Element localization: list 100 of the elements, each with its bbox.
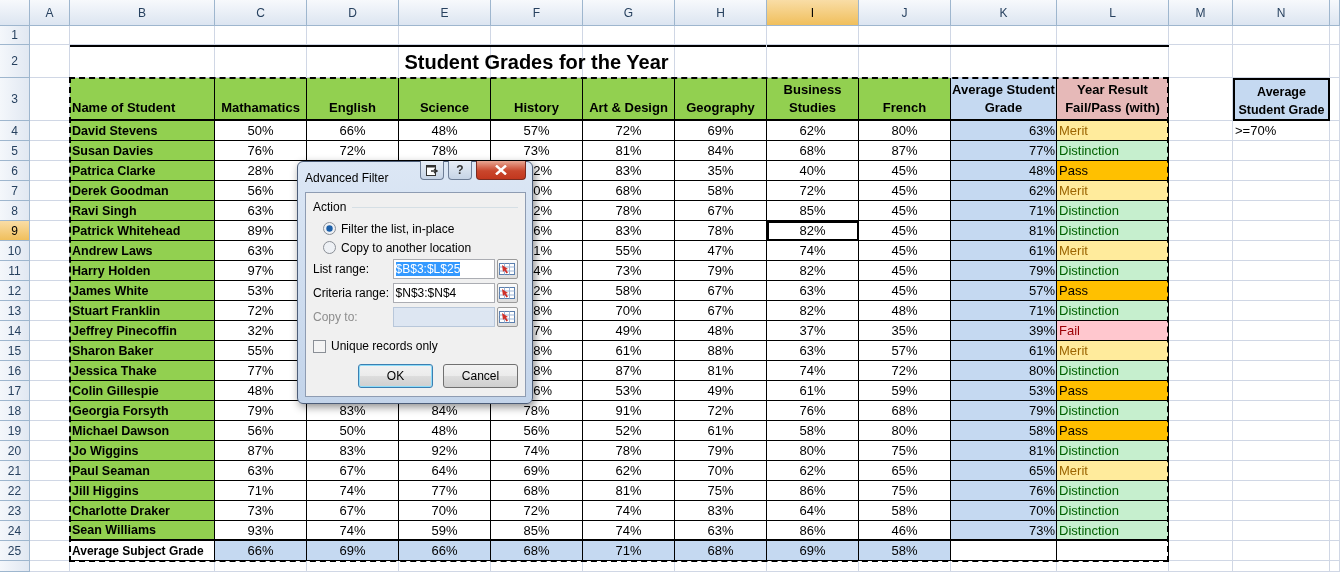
row-header[interactable]: 14 — [0, 321, 30, 341]
table-cell: 71% — [951, 201, 1057, 221]
table-cell: 61% — [583, 341, 675, 361]
result-cell: Distinction — [1057, 141, 1169, 161]
column-header[interactable]: B — [70, 0, 215, 26]
collapse-button[interactable] — [420, 161, 444, 180]
checkbox[interactable] — [313, 339, 326, 353]
column-heading: Science — [399, 78, 491, 121]
range-picker-button[interactable] — [496, 307, 518, 327]
column-header[interactable]: G — [583, 0, 675, 26]
row-header[interactable]: 3 — [0, 78, 30, 121]
table-cell: 74% — [583, 501, 675, 521]
range-picker-button[interactable] — [496, 283, 518, 303]
dialog-button[interactable]: Cancel — [443, 364, 518, 388]
table-cell: 62% — [583, 461, 675, 481]
column-header[interactable]: I — [767, 0, 859, 26]
table-cell: 68% — [491, 541, 583, 561]
row-header[interactable]: 16 — [0, 361, 30, 381]
table-cell: 74% — [767, 241, 859, 261]
column-header[interactable]: D — [307, 0, 399, 26]
table-cell: 68% — [675, 541, 767, 561]
column-heading: Business Studies — [767, 78, 859, 121]
field-label: Criteria range: — [313, 286, 391, 300]
table-cell: 87% — [583, 361, 675, 381]
column-header[interactable]: H — [675, 0, 767, 26]
range-picker-button[interactable] — [496, 259, 518, 279]
table-cell: 57% — [491, 121, 583, 141]
row-header[interactable]: 21 — [0, 461, 30, 481]
column-heading: Art & Design — [583, 78, 675, 121]
column-header[interactable]: E — [399, 0, 491, 26]
table-cell: 86% — [767, 481, 859, 501]
row-header[interactable]: 20 — [0, 441, 30, 461]
table-cell: 79% — [675, 441, 767, 461]
column-heading: Mathamatics — [215, 78, 307, 121]
row-header[interactable]: 12 — [0, 281, 30, 301]
row-header[interactable]: 23 — [0, 501, 30, 521]
row-header[interactable]: 24 — [0, 521, 30, 541]
row-header[interactable]: 2 — [0, 45, 30, 78]
input-field[interactable]: $N$3:$N$4 — [392, 283, 495, 303]
dialog-button[interactable]: OK — [358, 364, 433, 388]
table-cell: 68% — [491, 481, 583, 501]
row-header[interactable]: 19 — [0, 421, 30, 441]
result-cell: Merit — [1057, 241, 1169, 261]
column-header[interactable]: N — [1233, 0, 1330, 26]
column-header[interactable]: M — [1169, 0, 1233, 26]
radio-button[interactable] — [323, 222, 336, 235]
row-header[interactable]: 15 — [0, 341, 30, 361]
result-cell: Merit — [1057, 461, 1169, 481]
table-cell: 67% — [307, 501, 399, 521]
row-header[interactable]: 5 — [0, 141, 30, 161]
table-cell: 79% — [951, 261, 1057, 281]
table-cell: 79% — [951, 401, 1057, 421]
table-cell: 49% — [675, 381, 767, 401]
student-name: David Stevens — [70, 121, 215, 141]
row-header[interactable]: 6 — [0, 161, 30, 181]
row-header[interactable]: 17 — [0, 381, 30, 401]
grid-arrow-icon — [499, 311, 516, 323]
table-cell: 87% — [215, 441, 307, 461]
table-cell: 68% — [767, 141, 859, 161]
row-header[interactable]: 18 — [0, 401, 30, 421]
column-header[interactable]: K — [951, 0, 1057, 26]
table-cell: 58% — [583, 281, 675, 301]
table-cell: 64% — [767, 501, 859, 521]
close-button[interactable] — [476, 161, 526, 180]
table-cell: 66% — [215, 541, 307, 561]
row-header[interactable]: 9 — [0, 221, 30, 241]
student-name: Georgia Forsyth — [70, 401, 215, 421]
row-header[interactable]: 13 — [0, 301, 30, 321]
help-button[interactable]: ? — [448, 161, 472, 180]
table-cell: 78% — [583, 201, 675, 221]
table-cell: 62% — [767, 121, 859, 141]
radio-button[interactable] — [323, 241, 336, 254]
table-cell: 65% — [951, 461, 1057, 481]
table-cell: 49% — [583, 321, 675, 341]
row-header[interactable]: 7 — [0, 181, 30, 201]
table-cell: 70% — [675, 461, 767, 481]
column-header[interactable]: J — [859, 0, 951, 26]
column-header[interactable]: C — [215, 0, 307, 26]
table-cell: 92% — [399, 441, 491, 461]
student-name: Stuart Franklin — [70, 301, 215, 321]
field-label: List range: — [313, 262, 371, 276]
criteria-heading: Average Student Grade — [1233, 78, 1330, 121]
row-header[interactable]: 10 — [0, 241, 30, 261]
row-header[interactable]: 1 — [0, 26, 30, 45]
table-cell: 56% — [215, 421, 307, 441]
row-header[interactable]: 22 — [0, 481, 30, 501]
column-header[interactable]: L — [1057, 0, 1169, 26]
result-cell: Distinction — [1057, 221, 1169, 241]
row-header[interactable]: 8 — [0, 201, 30, 221]
row-header[interactable]: 25 — [0, 541, 30, 561]
student-name: Harry Holden — [70, 261, 215, 281]
row-header[interactable]: 11 — [0, 261, 30, 281]
field-label: Copy to: — [313, 310, 359, 324]
column-header[interactable]: F — [491, 0, 583, 26]
column-header[interactable]: A — [30, 0, 70, 26]
column-heading: Geography — [675, 78, 767, 121]
student-name: Patrica Clarke — [70, 161, 215, 181]
table-cell: 85% — [767, 201, 859, 221]
row-header[interactable]: 4 — [0, 121, 30, 141]
result-cell: Distinction — [1057, 301, 1169, 321]
